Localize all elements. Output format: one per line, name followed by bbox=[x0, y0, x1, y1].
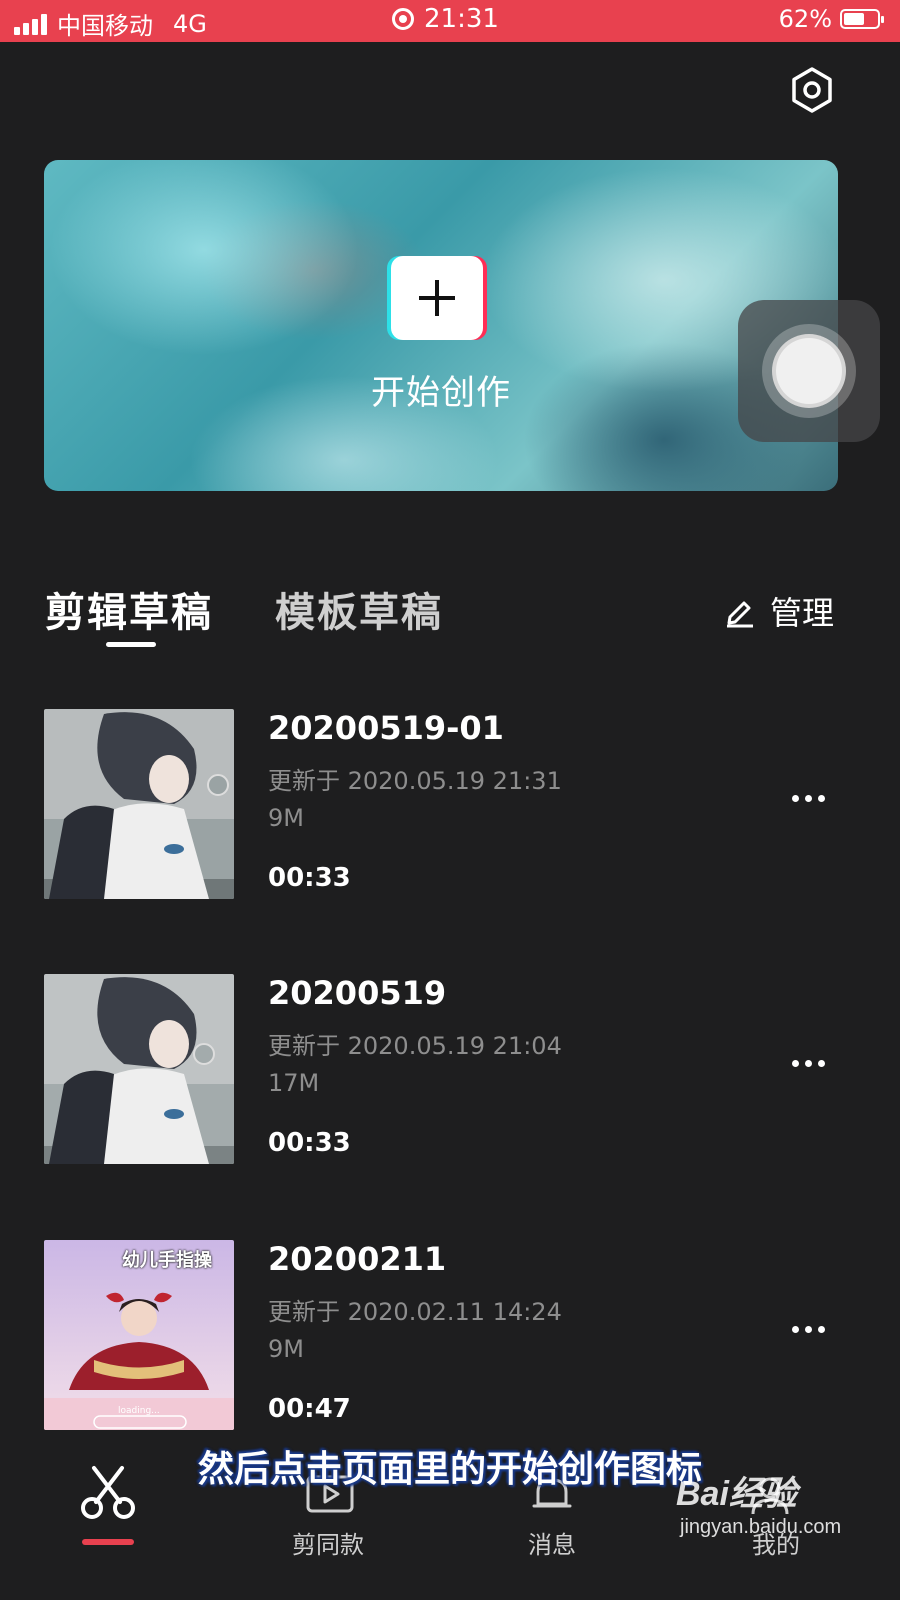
settings-icon[interactable] bbox=[788, 66, 836, 114]
thumbnail-caption: 幼儿手指操 bbox=[122, 1250, 212, 1271]
draft-thumbnail[interactable] bbox=[44, 709, 234, 899]
draft-size: 9M bbox=[268, 804, 304, 832]
nav-messages-label: 消息 bbox=[528, 1531, 576, 1559]
thumbnail-loading-text: loading... bbox=[118, 1406, 160, 1416]
tab-active-indicator bbox=[106, 642, 156, 647]
draft-item[interactable]: 20200519-01 更新于 2020.05.19 21:31 9M 00:3… bbox=[44, 709, 844, 899]
manage-button[interactable]: 管理 bbox=[724, 588, 834, 634]
start-creating-label: 开始创作 bbox=[371, 373, 511, 413]
add-project-button[interactable] bbox=[391, 256, 483, 340]
watermark-logo: Bai经验 bbox=[676, 1475, 797, 1513]
draft-duration: 00:33 bbox=[268, 1128, 351, 1158]
status-center: 21:31 bbox=[392, 4, 499, 34]
assistive-dot bbox=[772, 334, 846, 408]
nav-template-label: 剪同款 bbox=[292, 1531, 364, 1559]
draft-title: 20200519 bbox=[268, 974, 447, 1012]
battery-percent: 62% bbox=[778, 5, 832, 33]
draft-thumbnail[interactable] bbox=[44, 974, 234, 1164]
draft-item[interactable]: 20200519 更新于 2020.05.19 21:04 17M 00:33 bbox=[44, 974, 844, 1164]
assistive-touch-button[interactable] bbox=[738, 300, 880, 442]
draft-updated-time: 更新于 2020.05.19 21:31 bbox=[268, 767, 562, 795]
plus-icon-v bbox=[435, 280, 439, 316]
draft-item[interactable]: 幼儿手指操 loading... 20200211 更新于 2020.02.11… bbox=[44, 1240, 844, 1430]
screen-record-icon bbox=[392, 8, 414, 30]
carrier-label: 中国移动 bbox=[57, 12, 153, 40]
draft-duration: 00:47 bbox=[268, 1394, 351, 1424]
draft-thumbnail[interactable]: 幼儿手指操 loading... bbox=[44, 1240, 234, 1430]
battery-fill bbox=[844, 13, 864, 25]
draft-title: 20200211 bbox=[268, 1240, 447, 1278]
tab-template-drafts[interactable]: 模板草稿 bbox=[275, 580, 443, 638]
tab-edit-drafts[interactable]: 剪辑草稿 bbox=[45, 580, 213, 638]
draft-updated-time: 更新于 2020.02.11 14:24 bbox=[268, 1298, 562, 1326]
network-label: 4G bbox=[173, 9, 207, 38]
status-time: 21:31 bbox=[424, 4, 499, 34]
status-left: 中国移动 4G bbox=[14, 6, 207, 41]
start-creating-banner[interactable]: 开始创作 bbox=[44, 160, 838, 491]
baidu-jingyan-watermark: Bai经验 jingyan.baidu.com bbox=[676, 1466, 876, 1546]
more-options-icon[interactable] bbox=[792, 1060, 825, 1067]
draft-duration: 00:33 bbox=[268, 863, 351, 893]
signal-icon bbox=[14, 13, 47, 35]
nav-active-indicator bbox=[82, 1539, 134, 1545]
draft-size: 17M bbox=[268, 1069, 320, 1097]
more-options-icon[interactable] bbox=[792, 795, 825, 802]
draft-updated-time: 更新于 2020.05.19 21:04 bbox=[268, 1032, 562, 1060]
draft-size: 9M bbox=[268, 1335, 304, 1363]
draft-title: 20200519-01 bbox=[268, 709, 504, 747]
status-bar: 中国移动 4G 21:31 62% bbox=[0, 0, 900, 42]
more-options-icon[interactable] bbox=[792, 1326, 825, 1333]
battery-icon bbox=[840, 9, 884, 29]
edit-icon bbox=[727, 601, 753, 628]
watermark-site: jingyan.baidu.com bbox=[680, 1516, 842, 1538]
status-right: 62% bbox=[778, 5, 884, 33]
manage-label: 管理 bbox=[770, 594, 835, 632]
